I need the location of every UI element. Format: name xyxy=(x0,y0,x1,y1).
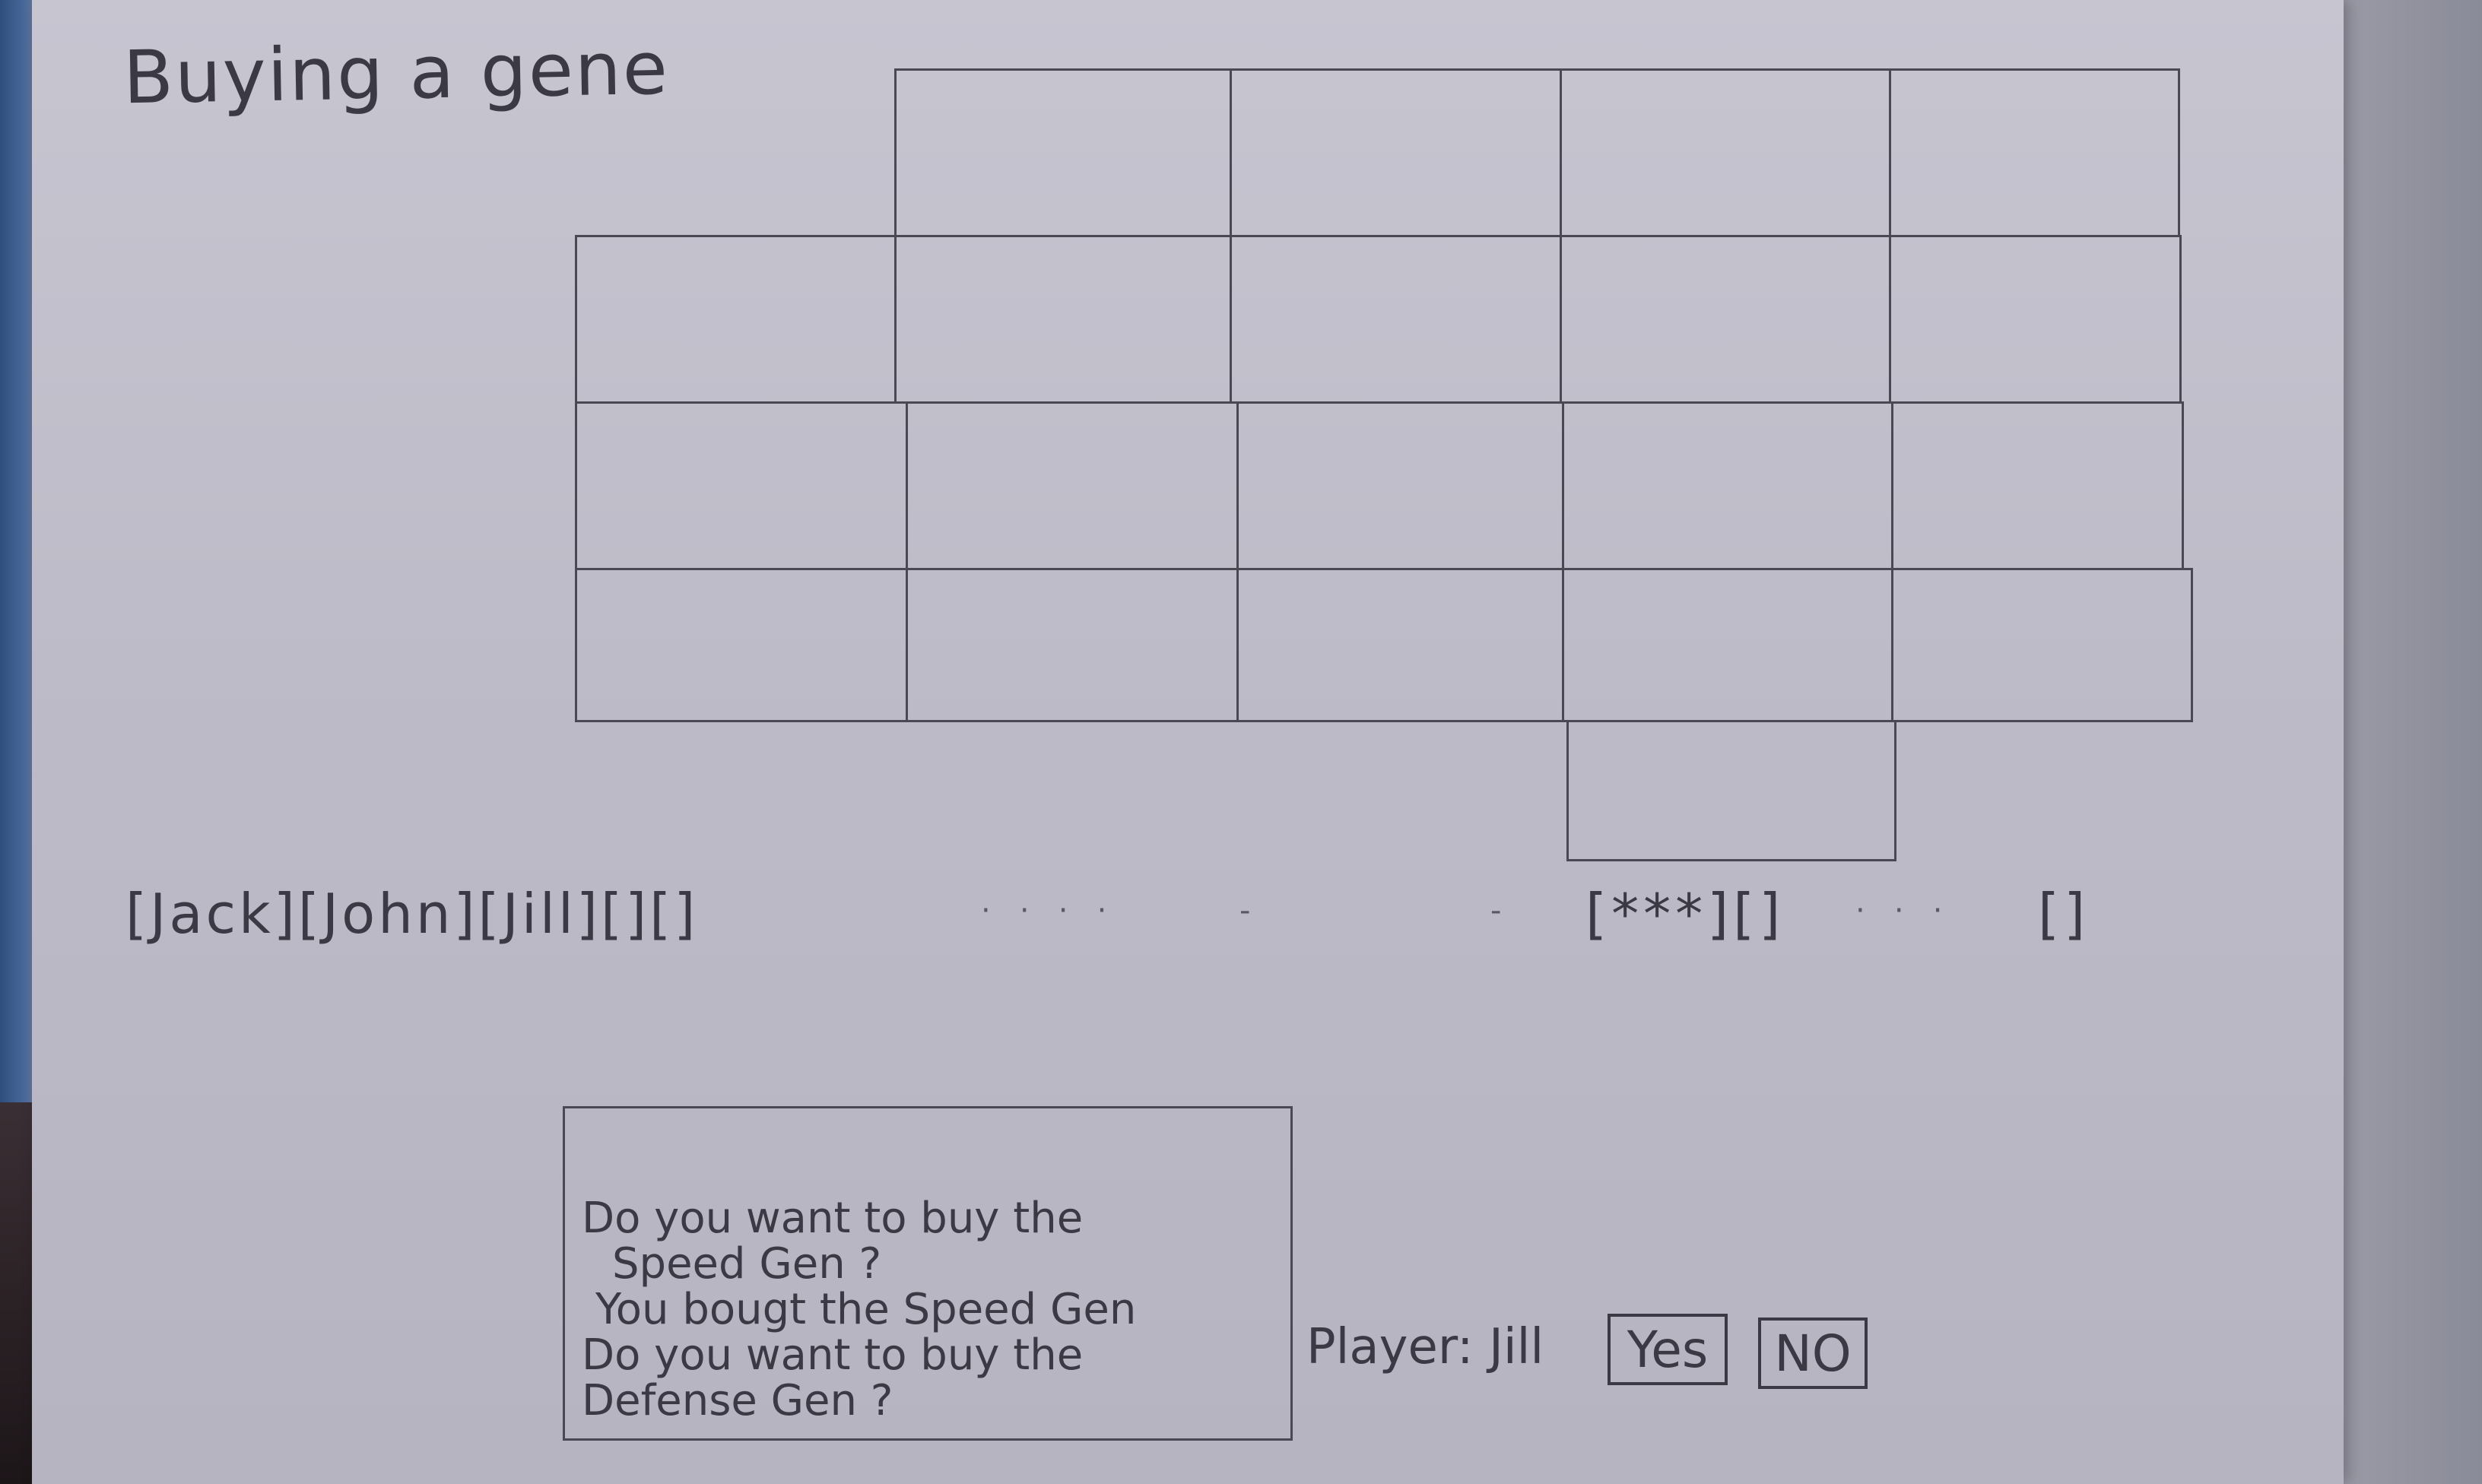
separator-dots: · · · xyxy=(1855,893,1943,928)
board-cell[interactable] xyxy=(575,235,897,404)
board-cell[interactable] xyxy=(1891,401,2184,570)
desk-background-right xyxy=(2344,0,2482,1484)
board-cell[interactable] xyxy=(575,401,908,570)
screen-title: Buying a gene xyxy=(122,25,670,121)
no-button-label: NO xyxy=(1774,1324,1852,1383)
message-line: Do you want to buy the xyxy=(582,1330,1084,1380)
message-line: Speed Gen ? xyxy=(612,1239,882,1289)
message-line: Defense Gen ? xyxy=(582,1376,893,1425)
board-cell[interactable] xyxy=(1230,235,1562,404)
yes-button[interactable]: Yes xyxy=(1608,1314,1728,1385)
current-player-label: Player: Jill xyxy=(1306,1319,1544,1375)
board-cell[interactable] xyxy=(906,568,1239,722)
board-cell[interactable] xyxy=(1562,401,1893,570)
board-cell[interactable] xyxy=(1560,68,1891,237)
separator-dots: - xyxy=(1239,893,1251,928)
board-cell[interactable] xyxy=(1891,568,2193,722)
board-cell[interactable] xyxy=(1230,68,1562,237)
gene-slots[interactable]: [***][] xyxy=(1585,882,1785,946)
extra-slot[interactable]: [] xyxy=(2038,882,2090,946)
yes-button-label: Yes xyxy=(1627,1320,1709,1379)
board-cell[interactable] xyxy=(894,235,1232,404)
message-line: Do you want to buy the xyxy=(582,1194,1084,1243)
board-cell[interactable] xyxy=(1889,68,2180,237)
no-button[interactable]: NO xyxy=(1758,1318,1868,1389)
separator-dots: · · · · xyxy=(981,893,1107,928)
players-bar[interactable]: [Jack][John][Jill][][] xyxy=(125,882,698,946)
board-cell[interactable] xyxy=(906,401,1239,570)
message-line: You bougt the Speed Gen xyxy=(595,1285,1137,1334)
board-cell[interactable] xyxy=(1889,235,2182,404)
separator-dots: - xyxy=(1490,893,1502,928)
board-cell[interactable] xyxy=(1236,568,1564,722)
board-cell[interactable] xyxy=(1560,235,1891,404)
board-cell[interactable] xyxy=(1236,401,1564,570)
board-cell[interactable] xyxy=(1562,568,1893,722)
board-cell[interactable] xyxy=(1566,720,1896,861)
board-cell[interactable] xyxy=(575,568,908,722)
board-cell[interactable] xyxy=(894,68,1232,237)
message-log: Do you want to buy the Speed Gen ? You b… xyxy=(563,1106,1293,1441)
